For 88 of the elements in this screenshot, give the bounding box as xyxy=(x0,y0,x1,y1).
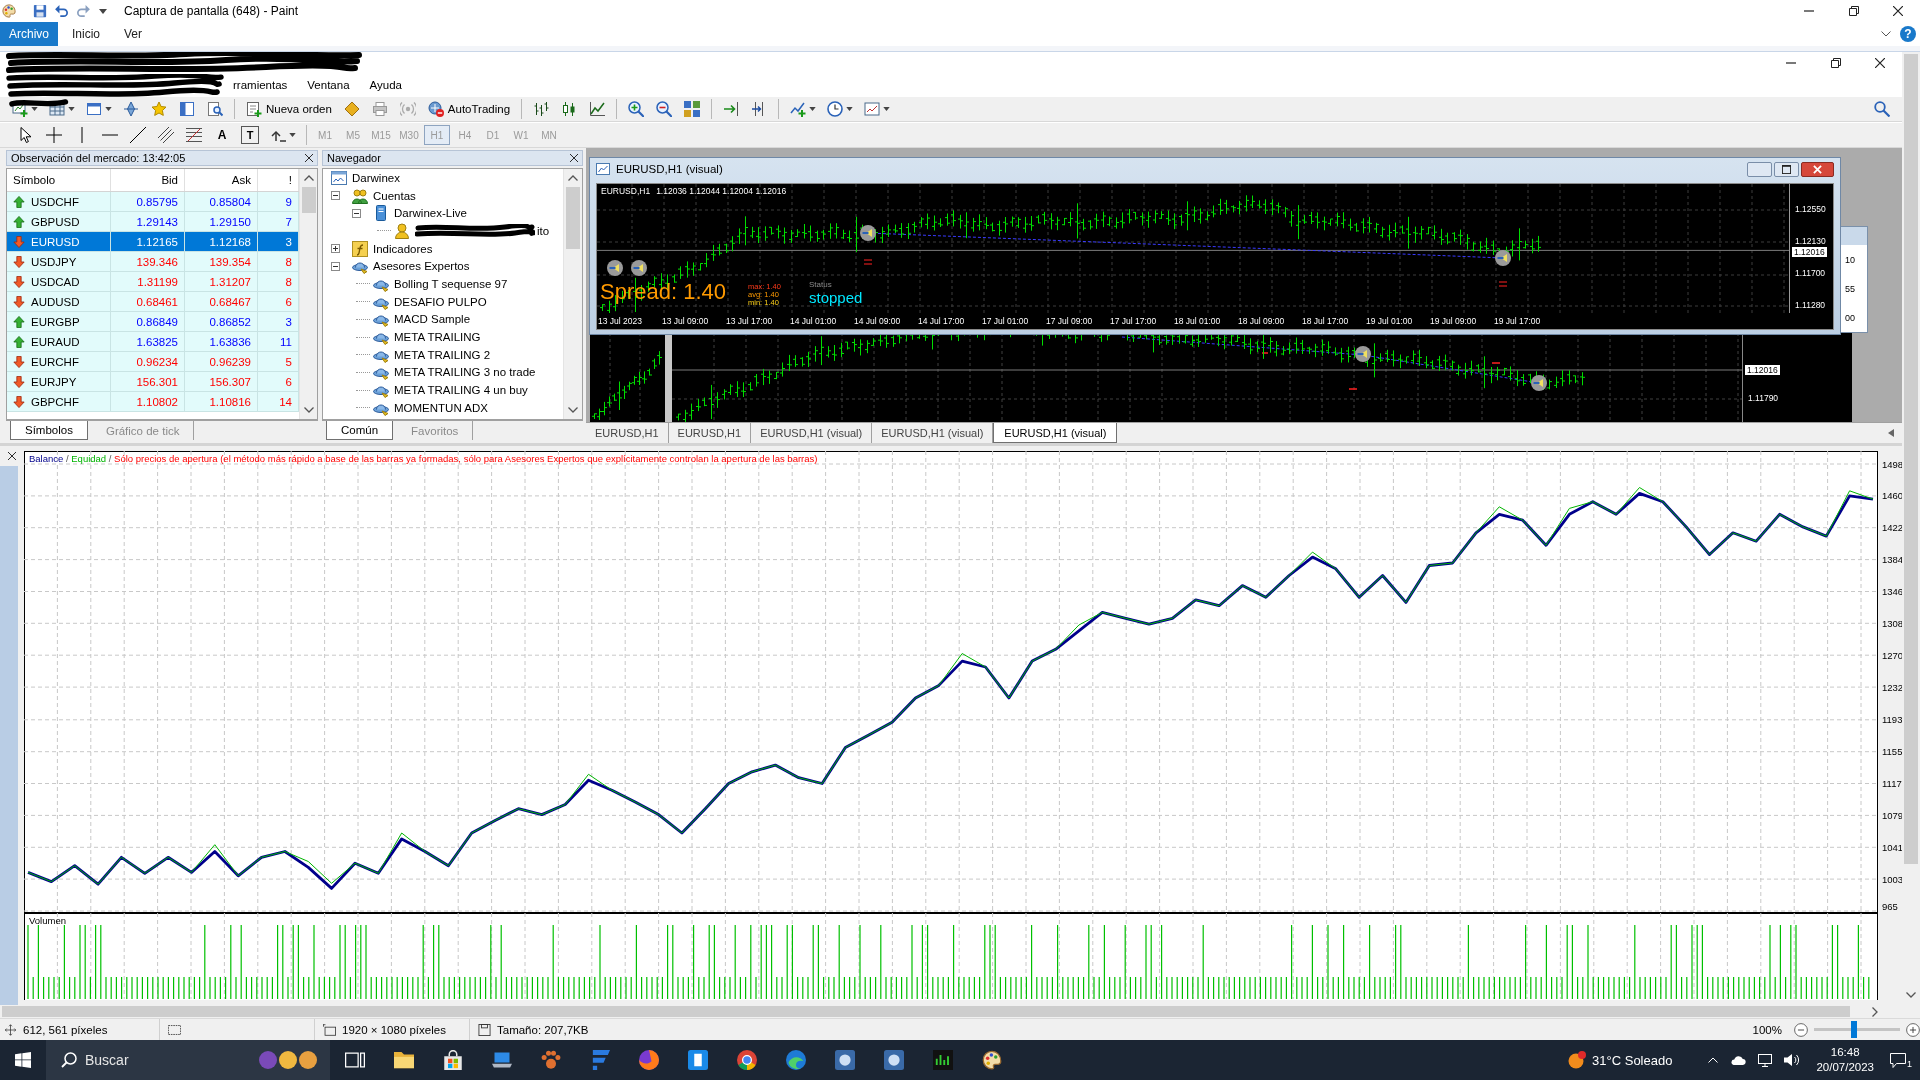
axis-label: 14 Jul 09:00 xyxy=(854,316,902,326)
panel-title: Navegador xyxy=(327,152,381,164)
axis-label: 00 xyxy=(1845,312,1856,323)
axis-label: 13 Jul 2023 xyxy=(598,316,643,326)
axis-label: 1460 xyxy=(1882,490,1902,502)
axis-label: 18 Jul 01:00 xyxy=(1174,316,1222,326)
table-cell: 0.96234 xyxy=(111,352,185,371)
axis-label: 1193 xyxy=(1882,714,1902,726)
table-cell: 0.85795 xyxy=(111,192,185,211)
axis-label: 1384 xyxy=(1882,554,1902,566)
file-size: Tamaño: 207,7KB xyxy=(497,1023,589,1036)
table-cell: USDCAD xyxy=(31,275,80,288)
table-cell: USDJPY xyxy=(31,255,77,268)
table-cell: 1.29150 xyxy=(185,212,258,231)
axis-label: 18 Jul 09:00 xyxy=(1238,316,1286,326)
status-value: stopped xyxy=(809,289,863,306)
zoom-level: 100% xyxy=(1752,1023,1782,1036)
image-dimensions: 1920 × 1080 píxeles xyxy=(342,1023,446,1036)
axis-label: 18 Jul 17:00 xyxy=(1302,316,1350,326)
axis-label: 19 Jul 09:00 xyxy=(1430,316,1478,326)
table-cell: 139.346 xyxy=(111,252,185,271)
table-cell: 0.86852 xyxy=(185,312,258,331)
axis-label: 1270 xyxy=(1882,649,1902,661)
notification-count: 1 xyxy=(1907,1059,1912,1069)
table-cell: 1.31199 xyxy=(111,272,185,291)
table-cell: GBPUSD xyxy=(31,215,80,228)
table-cell: 156.307 xyxy=(185,372,258,391)
table-cell: 1.12165 xyxy=(111,232,185,251)
axis-label: 19 Jul 17:00 xyxy=(1494,316,1542,326)
axis-label: 1117 xyxy=(1882,778,1902,790)
table-cell: 1.10802 xyxy=(111,392,185,411)
table-cell: EURAUD xyxy=(31,335,80,348)
table-cell: 0.68467 xyxy=(185,292,258,311)
table-cell: 1.63836 xyxy=(185,332,258,351)
table-cell: 0.86849 xyxy=(111,312,185,331)
axis-label: 17 Jul 09:00 xyxy=(1046,316,1094,326)
table-cell: EURUSD xyxy=(31,235,80,248)
cursor-position: 612, 561 píxeles xyxy=(23,1023,108,1036)
axis-label: 14 Jul 17:00 xyxy=(918,316,966,326)
table-cell: 1.31207 xyxy=(185,272,258,291)
window-title: Captura de pantalla (648) - Paint xyxy=(124,4,299,18)
axis-label: 10 xyxy=(1845,254,1856,265)
axis-label: 1498 xyxy=(1882,458,1902,470)
volume-label: Volumen xyxy=(29,915,66,926)
axis-label: 1.11790 xyxy=(1748,393,1779,404)
axis-label: 1079 xyxy=(1882,809,1902,821)
axis-label: 17 Jul 01:00 xyxy=(982,316,1030,326)
axis-label: 1422 xyxy=(1882,522,1902,534)
table-cell: 156.301 xyxy=(111,372,185,391)
axis-label: 1.12130 xyxy=(1795,236,1826,247)
axis-label: 14 Jul 01:00 xyxy=(790,316,838,326)
axis-label: 1308 xyxy=(1882,617,1902,629)
axis-label: 1003 xyxy=(1882,873,1902,885)
price-readout: 1.12036 1.12044 1.12004 1.12016 xyxy=(656,186,787,196)
axis-label: 1.11700 xyxy=(1795,268,1826,279)
axis-label: 1.11280 xyxy=(1795,300,1826,311)
axis-label: 1.12550 xyxy=(1795,204,1826,215)
table-cell: USDCHF xyxy=(31,195,79,208)
table-cell: 1.10816 xyxy=(185,392,258,411)
table-cell: 1.63825 xyxy=(111,332,185,351)
axis-label: 13 Jul 09:00 xyxy=(662,316,710,326)
chart-symbol: EURUSD,H1 xyxy=(601,186,651,196)
table-cell: 1.29143 xyxy=(111,212,185,231)
table-cell: EURGBP xyxy=(31,315,80,328)
table-cell: 0.96239 xyxy=(185,352,258,371)
current-price-label: 1.12016 xyxy=(1745,365,1780,375)
axis-label: 13 Jul 17:00 xyxy=(726,316,774,326)
table-cell: 0.68461 xyxy=(111,292,185,311)
window-title: EURUSD,H1 (visual) xyxy=(616,163,723,175)
chart-legend: Balance / Equidad / Sólo precios de apertura (el método más rápido a base de las barras ya formadas, sólo para Asesores Expertos que explícitamente controlan la apertura de las barras) xyxy=(29,453,818,464)
table-cell: EURJPY xyxy=(31,375,77,388)
axis-label: 19 Jul 01:00 xyxy=(1366,316,1414,326)
axis-label: 1041 xyxy=(1882,841,1902,853)
table-cell: AUDUSD xyxy=(31,295,80,308)
current-price-label: 1.12016 xyxy=(1792,247,1827,257)
status-label: Status xyxy=(809,280,832,289)
axis-label: 1155 xyxy=(1882,746,1902,758)
table-cell: EURCHF xyxy=(31,355,79,368)
axis-label: 55 xyxy=(1845,283,1856,294)
panel-title: Observación del mercado: 13:42:05 xyxy=(11,152,186,164)
table-cell: 1.12168 xyxy=(185,232,258,251)
axis-label: 1346 xyxy=(1882,585,1902,597)
axis-label: 1232 xyxy=(1882,681,1902,693)
table-cell: 0.85804 xyxy=(185,192,258,211)
table-cell: GBPCHF xyxy=(31,395,79,408)
table-cell: 139.354 xyxy=(185,252,258,271)
axis-label: 17 Jul 17:00 xyxy=(1110,316,1158,326)
axis-label: 965 xyxy=(1882,901,1898,912)
